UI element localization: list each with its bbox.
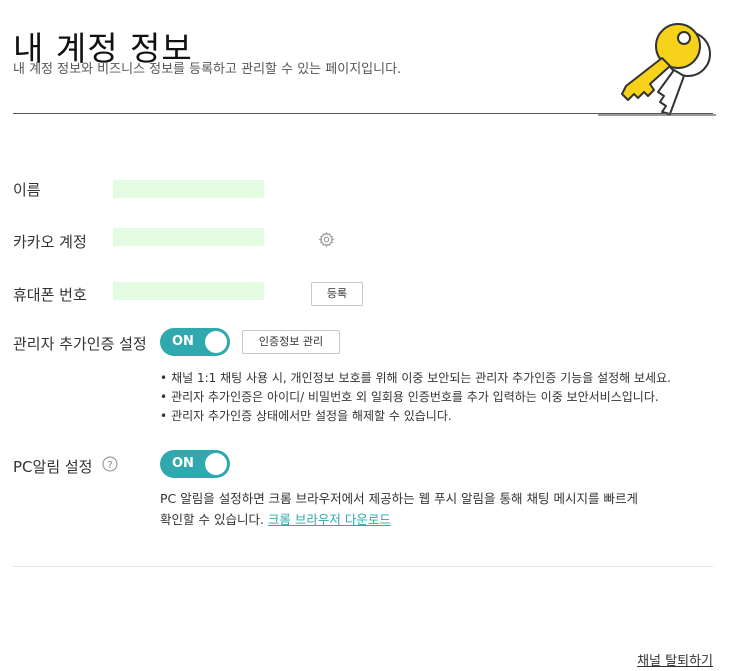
- pc-alert-toggle-knob: [205, 453, 227, 475]
- admin-auth-note: 관리자 추가인증 상태에서만 설정을 해제할 수 있습니다.: [160, 407, 671, 426]
- manage-auth-info-button[interactable]: 인증정보 관리: [242, 330, 340, 354]
- withdraw-channel-link[interactable]: 채널 탈퇴하기: [637, 650, 713, 669]
- admin-auth-toggle-text: ON: [172, 334, 194, 349]
- header-divider: [13, 113, 713, 114]
- admin-auth-note: 채널 1:1 채팅 사용 시, 개인정보 보호를 위해 이중 보안되는 관리자 …: [160, 369, 671, 388]
- svg-text:?: ?: [107, 460, 112, 471]
- name-label: 이름: [13, 181, 41, 199]
- chrome-download-link[interactable]: 크롬 브라우저 다운로드: [268, 512, 391, 527]
- admin-auth-note: 관리자 추가인증은 아이디/ 비밀번호 외 일회용 인증번호를 추가 입력하는 …: [160, 388, 671, 407]
- name-value: [113, 180, 264, 198]
- pc-alert-description-line2-wrap: 확인할 수 있습니다. 크롬 브라우저 다운로드: [160, 509, 700, 530]
- footer-divider: [13, 566, 713, 567]
- phone-register-button[interactable]: 등록: [311, 282, 363, 306]
- pc-alert-description: PC 알림을 설정하면 크롬 브라우저에서 제공하는 웹 푸시 알림을 통해 채…: [160, 488, 700, 530]
- keys-illustration-icon: [598, 23, 716, 116]
- admin-auth-label: 관리자 추가인증 설정: [13, 335, 147, 353]
- kakao-account-label: 카카오 계정: [13, 233, 87, 251]
- page-description: 내 계정 정보와 비즈니스 정보를 등록하고 관리할 수 있는 페이지입니다.: [13, 62, 402, 77]
- phone-value: [113, 282, 264, 300]
- admin-auth-toggle[interactable]: ON: [160, 328, 230, 356]
- pc-alert-toggle[interactable]: ON: [160, 450, 230, 478]
- gear-icon[interactable]: [318, 231, 335, 248]
- kakao-account-value: [113, 228, 264, 246]
- phone-label: 휴대폰 번호: [13, 286, 87, 304]
- pc-alert-toggle-text: ON: [172, 456, 194, 471]
- pc-alert-description-line2: 확인할 수 있습니다.: [160, 512, 264, 527]
- pc-alert-label: PC알림 설정: [13, 458, 93, 476]
- admin-auth-toggle-knob: [205, 331, 227, 353]
- help-icon[interactable]: ?: [102, 456, 118, 472]
- admin-auth-notes: 채널 1:1 채팅 사용 시, 개인정보 보호를 위해 이중 보안되는 관리자 …: [160, 369, 671, 426]
- pc-alert-description-line1: PC 알림을 설정하면 크롬 브라우저에서 제공하는 웹 푸시 알림을 통해 채…: [160, 491, 638, 506]
